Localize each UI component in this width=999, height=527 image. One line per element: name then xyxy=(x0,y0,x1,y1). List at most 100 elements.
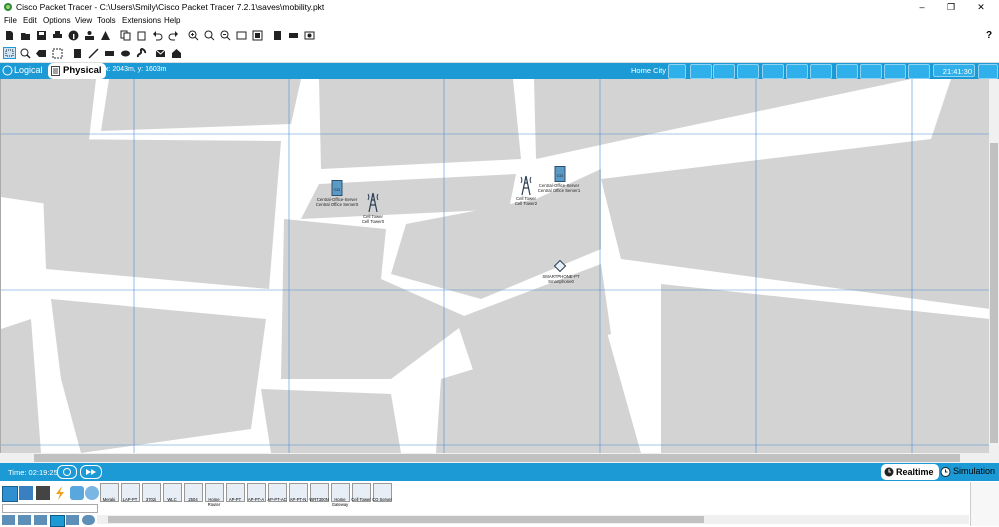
environment-button[interactable] xyxy=(884,64,906,79)
menu-view[interactable]: View xyxy=(75,16,92,25)
category-end-devices[interactable] xyxy=(19,486,33,500)
tab-logical[interactable]: Logical xyxy=(2,64,43,77)
back-button[interactable] xyxy=(690,64,712,79)
add-simple-pdu-icon[interactable] xyxy=(155,48,166,59)
menu-help[interactable]: Help xyxy=(164,16,180,25)
draw-line-icon[interactable] xyxy=(88,48,99,59)
window-title: Cisco Packet Tracer - C:\Users\Smily\Cis… xyxy=(16,2,325,12)
device-label: AP-PT-N xyxy=(289,497,307,502)
select-icon[interactable] xyxy=(3,47,16,59)
vertical-scroll-thumb[interactable] xyxy=(990,143,998,443)
zoom-reset-icon[interactable] xyxy=(204,30,215,41)
power-cycle-button[interactable] xyxy=(57,465,77,479)
device-label: 2504 xyxy=(188,497,198,502)
subcategory-routers[interactable] xyxy=(2,515,15,525)
maximize-button[interactable]: ❐ xyxy=(939,1,963,13)
move-object-button[interactable] xyxy=(786,64,808,79)
device-list: Meraki LAP-PT 3702i WLC 2504 Home Router… xyxy=(97,482,392,512)
device-label: 3702i xyxy=(145,497,157,502)
notes-icon[interactable] xyxy=(272,30,283,41)
viewport-button[interactable] xyxy=(836,64,858,79)
undo-icon[interactable] xyxy=(152,30,163,41)
fast-forward-icon xyxy=(86,469,96,475)
device-label: CO Server xyxy=(372,497,392,502)
power-cycle-icon xyxy=(63,468,71,476)
smartphone-icon xyxy=(553,259,567,273)
subcategory-wan-emulation[interactable] xyxy=(82,515,95,525)
custom-devices-icon[interactable] xyxy=(252,30,263,41)
minimize-button[interactable]: – xyxy=(910,1,934,13)
subcategory-switches[interactable] xyxy=(18,515,31,525)
packet-tracer-icon xyxy=(4,3,12,11)
new-building-button[interactable] xyxy=(737,64,759,79)
background-button[interactable] xyxy=(908,64,930,79)
menu-tools[interactable]: Tools xyxy=(97,16,116,25)
smartphone-0[interactable] xyxy=(553,259,567,273)
device-label: WRT300N xyxy=(309,497,329,502)
activity-wizard-icon[interactable] xyxy=(100,30,111,41)
new-city-button[interactable] xyxy=(713,64,735,79)
menu-edit[interactable]: Edit xyxy=(23,16,37,25)
cell-tower-0[interactable] xyxy=(367,191,379,213)
device-label: Central-Office-Server Central Office Serv… xyxy=(315,197,359,207)
home-button[interactable] xyxy=(978,64,998,79)
fast-forward-button[interactable] xyxy=(80,465,102,479)
category-misc[interactable] xyxy=(70,486,84,500)
screenshot-icon[interactable] xyxy=(304,30,315,41)
redo-icon[interactable] xyxy=(168,30,179,41)
paste-icon[interactable] xyxy=(136,30,147,41)
grid-button[interactable] xyxy=(860,64,882,79)
router-view-icon[interactable] xyxy=(288,30,299,41)
open-folder-icon[interactable] xyxy=(20,30,31,41)
new-file-icon[interactable] xyxy=(4,30,15,41)
inspect-icon[interactable] xyxy=(20,48,31,59)
close-button[interactable]: ✕ xyxy=(969,1,993,13)
subcategory-wireless[interactable] xyxy=(50,515,65,527)
clock: 21:41:30 xyxy=(933,64,975,77)
palette-scroll-thumb[interactable] xyxy=(108,516,704,523)
device-label: Home Router xyxy=(207,497,221,507)
zoom-out-icon[interactable] xyxy=(220,30,231,41)
tab-physical[interactable]: Physical xyxy=(48,63,106,79)
clock-icon xyxy=(884,467,894,477)
print-icon[interactable] xyxy=(52,30,63,41)
menu-file[interactable]: File xyxy=(4,16,17,25)
draw-rectangle-icon[interactable] xyxy=(104,48,115,59)
physical-workspace[interactable]: CO Central-Office-Server Central Office S… xyxy=(0,79,990,453)
draw-ellipse-icon[interactable] xyxy=(120,48,131,59)
central-office-server-0[interactable]: CO xyxy=(331,180,343,196)
place-note-icon[interactable] xyxy=(72,48,83,59)
freeform-icon[interactable] xyxy=(136,48,147,59)
workspace-bar: Logical Physical x: 2043m, y: 1603m Home… xyxy=(0,63,999,79)
set-tiled-background-button[interactable] xyxy=(810,64,832,79)
navigation-button[interactable] xyxy=(668,64,686,79)
device-label: Meraki xyxy=(102,497,116,502)
category-connections[interactable] xyxy=(53,486,67,500)
location-breadcrumb[interactable]: Home City xyxy=(631,66,666,75)
central-office-server-1[interactable]: CO xyxy=(554,166,566,182)
menu-extensions[interactable]: Extensions xyxy=(122,16,161,25)
device-label: Cell Tower Cell Tower0 xyxy=(361,214,385,224)
category-name-field xyxy=(2,504,98,513)
simulation-mode-tab[interactable]: Simulation xyxy=(940,466,995,477)
zoom-in-icon[interactable] xyxy=(188,30,199,41)
category-components[interactable] xyxy=(36,486,50,500)
subcategory-hubs[interactable] xyxy=(34,515,47,525)
horizontal-scroll-thumb[interactable] xyxy=(34,454,960,462)
realtime-mode-tab[interactable]: Realtime xyxy=(881,464,939,480)
main-toolbar: ? xyxy=(0,27,999,45)
network-wizard-icon[interactable] xyxy=(84,30,95,41)
add-complex-pdu-icon[interactable] xyxy=(171,48,182,59)
help-button[interactable]: ? xyxy=(986,30,992,41)
new-closet-button[interactable] xyxy=(762,64,784,79)
drawing-palette-icon[interactable] xyxy=(236,30,247,41)
delete-icon[interactable] xyxy=(36,48,47,59)
info-icon[interactable] xyxy=(68,30,79,41)
city-map xyxy=(1,79,990,453)
save-icon[interactable] xyxy=(36,30,47,41)
menu-options[interactable]: Options xyxy=(43,16,71,25)
category-network-devices[interactable] xyxy=(2,486,18,502)
copy-icon[interactable] xyxy=(120,30,131,41)
subcategory-security[interactable] xyxy=(66,515,79,525)
resize-shape-icon[interactable] xyxy=(52,48,63,59)
